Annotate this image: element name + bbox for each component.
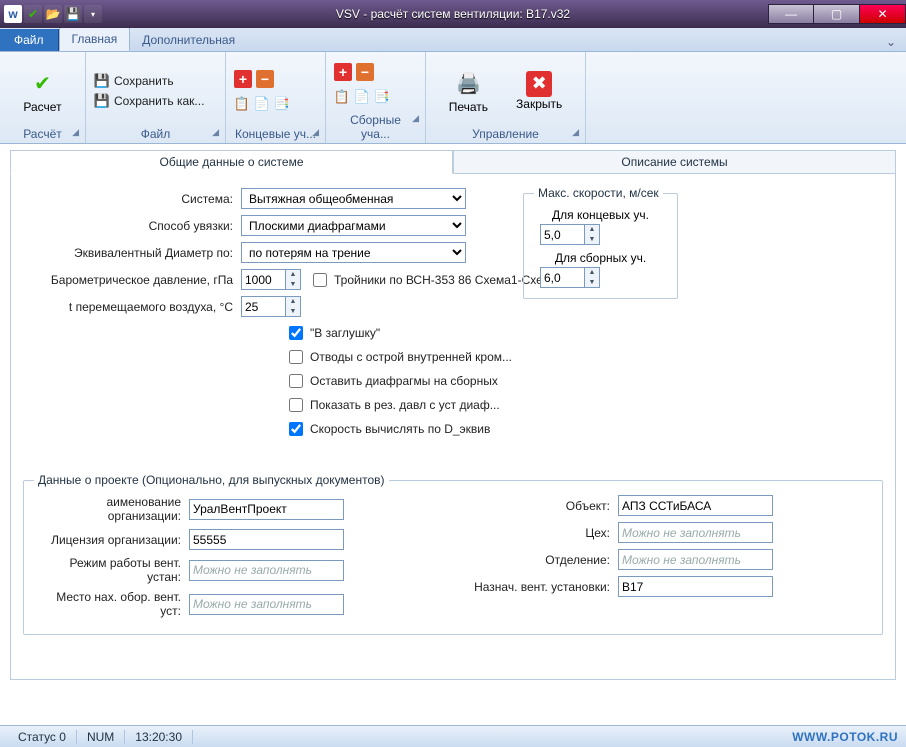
printer-icon: 🖨️ <box>452 68 484 100</box>
qat-dropdown-icon[interactable]: ▾ <box>84 5 102 23</box>
check-icon: ✔ <box>26 68 58 100</box>
pressure-stepper[interactable]: ▲▼ <box>241 269 301 290</box>
app-window: ᴡ ✔ 📂 💾 ▾ VSV - расчёт систем вентиляции… <box>0 0 906 747</box>
qat-word-icon[interactable]: ᴡ <box>4 5 22 23</box>
ribbon-tabs: Файл Главная Дополнительная ⌄ <box>0 28 906 52</box>
calc-button[interactable]: ✔ Расчет <box>17 66 67 116</box>
system-label: Система: <box>21 192 241 206</box>
spin-down-icon[interactable]: ▼ <box>286 280 300 290</box>
temp-label: t перемещаемого воздуха, °С <box>21 300 241 314</box>
object-field[interactable] <box>618 495 773 516</box>
status-text: Статус 0 <box>8 730 77 744</box>
max-speed-group: Макс. скорости, м/сек Для концевых уч. ▲… <box>523 186 678 299</box>
chk-show-pressure[interactable] <box>289 398 303 412</box>
shop-field[interactable] <box>618 522 773 543</box>
project-group: Данные о проекте (Опционально, для выпус… <box>23 473 883 635</box>
tab-main[interactable]: Главная <box>59 27 131 51</box>
diameter-label: Эквивалентный Диаметр по: <box>21 246 241 260</box>
add-end-button[interactable]: + <box>234 70 252 88</box>
qat-check-icon[interactable]: ✔ <box>24 5 42 23</box>
status-time: 13:20:30 <box>125 730 193 744</box>
subtab-general[interactable]: Общие данные о системе <box>10 150 453 174</box>
paste-icon[interactable]: 📄 <box>354 89 370 105</box>
group-launcher-icon[interactable]: ◢ <box>72 127 79 138</box>
content-area: Общие данные о системе Описание системы … <box>0 144 906 725</box>
diameter-select[interactable]: по потерям на трение <box>241 242 466 263</box>
qat-open-icon[interactable]: 📂 <box>44 5 62 23</box>
copy-icon[interactable]: 📋 <box>234 96 250 112</box>
license-field[interactable] <box>189 529 344 550</box>
general-pane: Система: Вытяжная общеобменная Способ ув… <box>10 174 896 680</box>
end-speed-stepper[interactable]: ▲▼ <box>540 224 600 245</box>
file-tab[interactable]: Файл <box>0 29 59 51</box>
chk-sharp-bends[interactable] <box>289 350 303 364</box>
qat-save-icon[interactable]: 💾 <box>64 5 82 23</box>
spin-down-icon[interactable]: ▼ <box>286 307 300 317</box>
linking-label: Способ увязки: <box>21 219 241 233</box>
asm-speed-stepper[interactable]: ▲▼ <box>540 267 600 288</box>
group-launcher-icon[interactable]: ◢ <box>312 127 319 138</box>
quick-access-toolbar: ᴡ ✔ 📂 💾 ▾ <box>0 5 106 23</box>
close-button[interactable]: ✕ <box>860 4 906 24</box>
title-bar: ᴡ ✔ 📂 💾 ▾ VSV - расчёт систем вентиляции… <box>0 0 906 28</box>
saveas-button[interactable]: 💾Сохранить как... <box>94 93 204 109</box>
copy-icon[interactable]: 📋 <box>334 89 350 105</box>
close-doc-button[interactable]: ✖ Закрыть <box>510 69 568 113</box>
close-x-icon: ✖ <box>526 71 552 97</box>
group-launcher-icon[interactable]: ◢ <box>212 127 219 138</box>
temp-stepper[interactable]: ▲▼ <box>241 296 301 317</box>
print-button[interactable]: 🖨️ Печать <box>443 66 494 116</box>
linking-select[interactable]: Плоскими диафрагмами <box>241 215 466 236</box>
status-bar: Статус 0 NUM 13:20:30 WWW.POTOK.RU <box>0 725 906 747</box>
subtab-description[interactable]: Описание системы <box>453 150 896 174</box>
spin-up-icon[interactable]: ▲ <box>286 270 300 280</box>
collapse-ribbon-icon[interactable]: ⌄ <box>882 33 900 51</box>
status-url[interactable]: WWW.POTOK.RU <box>792 730 898 744</box>
chk-plug[interactable] <box>289 326 303 340</box>
paste-icon[interactable]: 📄 <box>254 96 270 112</box>
add-asm-button[interactable]: + <box>334 63 352 81</box>
org-field[interactable] <box>189 499 344 520</box>
pressure-label: Барометрическое давление, гПа <box>21 273 241 287</box>
doc-plus-icon[interactable]: 📑 <box>274 96 290 112</box>
spin-up-icon[interactable]: ▲ <box>585 225 599 235</box>
system-select[interactable]: Вытяжная общеобменная <box>241 188 466 209</box>
remove-asm-button[interactable]: − <box>356 63 374 81</box>
chk-speed-dequiv[interactable] <box>289 422 303 436</box>
spin-down-icon[interactable]: ▼ <box>585 278 599 288</box>
remove-end-button[interactable]: − <box>256 70 274 88</box>
save-button[interactable]: 💾Сохранить <box>94 73 204 89</box>
save-icon: 💾 <box>94 73 110 89</box>
place-field[interactable] <box>189 594 344 615</box>
spin-down-icon[interactable]: ▼ <box>585 235 599 245</box>
tee-checkbox[interactable] <box>313 273 327 287</box>
assign-field[interactable] <box>618 576 773 597</box>
status-num: NUM <box>77 730 125 744</box>
tab-extra[interactable]: Дополнительная <box>130 29 247 51</box>
group-launcher-icon[interactable]: ◢ <box>412 113 419 124</box>
doc-plus-icon[interactable]: 📑 <box>374 89 390 105</box>
spin-up-icon[interactable]: ▲ <box>585 268 599 278</box>
ribbon: ✔ Расчет Расчёт◢ 💾Сохранить 💾Сохранить к… <box>0 52 906 144</box>
mode-field[interactable] <box>189 560 344 581</box>
dept-field[interactable] <box>618 549 773 570</box>
maximize-button[interactable]: ▢ <box>814 4 860 24</box>
spin-up-icon[interactable]: ▲ <box>286 297 300 307</box>
group-launcher-icon[interactable]: ◢ <box>572 127 579 138</box>
saveas-icon: 💾 <box>94 93 110 109</box>
minimize-button[interactable]: — <box>768 4 814 24</box>
chk-keep-diaphragms[interactable] <box>289 374 303 388</box>
